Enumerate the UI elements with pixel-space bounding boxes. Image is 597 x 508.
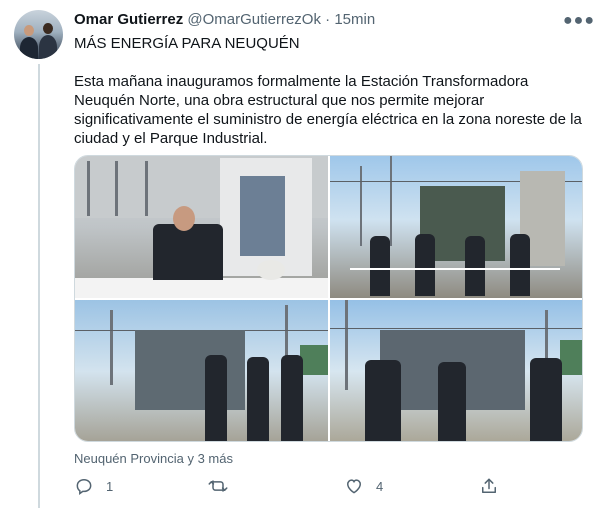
photo-1[interactable]: [75, 156, 328, 298]
photo-4[interactable]: [330, 300, 582, 441]
photo-grid: [74, 155, 583, 442]
retweet-icon: [207, 476, 229, 496]
reply-icon: [74, 476, 94, 496]
like-count: 4: [376, 478, 384, 494]
tweet-header: Omar Gutierrez @OmarGutierrezOk · 15min: [74, 11, 375, 29]
photo-3[interactable]: [75, 300, 328, 441]
retweet-button[interactable]: [207, 475, 241, 497]
tweet-body: Esta mañana inauguramos formalmente la E…: [74, 73, 582, 147]
share-icon: [479, 476, 499, 496]
location-tag[interactable]: Neuquén Provincia y 3 más: [74, 451, 233, 467]
separator-dot: ·: [325, 11, 331, 28]
like-button[interactable]: 4: [344, 475, 383, 497]
author-name[interactable]: Omar Gutierrez: [74, 11, 183, 28]
author-handle[interactable]: @OmarGutierrezOk: [187, 11, 321, 28]
reply-button[interactable]: 1: [74, 475, 113, 497]
tweet[interactable]: Omar Gutierrez @OmarGutierrezOk · 15min …: [0, 0, 597, 508]
reply-count: 1: [106, 478, 114, 494]
photo-2[interactable]: [330, 156, 582, 298]
tweet-actions: 1 4: [74, 475, 584, 497]
more-icon[interactable]: ●●●: [563, 12, 595, 30]
thread-line: [38, 64, 40, 508]
heart-icon: [344, 476, 364, 496]
tweet-timestamp[interactable]: 15min: [334, 11, 375, 28]
avatar[interactable]: [14, 10, 63, 59]
tweet-title: MÁS ENERGÍA PARA NEUQUÉN: [74, 35, 300, 52]
share-button[interactable]: [479, 475, 499, 497]
